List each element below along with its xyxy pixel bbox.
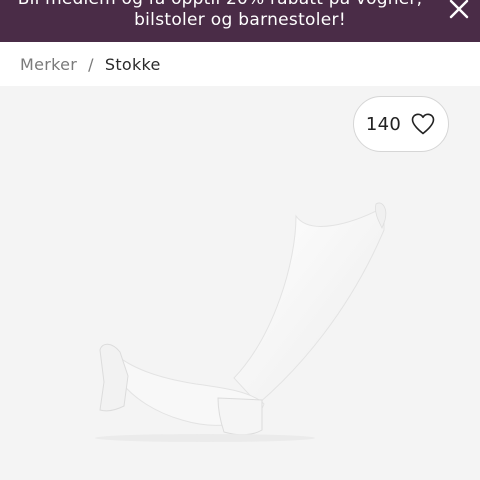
promo-banner: Bli medlem og få opptil 20% rabatt på vo… xyxy=(0,0,480,42)
promo-banner-text-line1: Bli medlem og få opptil 20% rabatt på vo… xyxy=(0,0,440,9)
heart-outline-icon xyxy=(411,113,435,135)
close-banner-button[interactable] xyxy=(446,0,472,22)
close-icon xyxy=(449,0,469,19)
breadcrumb-item-stokke: Stokke xyxy=(104,54,161,74)
promo-banner-text-line2: bilstoler og barnestoler! xyxy=(134,10,346,30)
favorite-count: 140 xyxy=(365,113,402,135)
favorite-button[interactable]: 140 xyxy=(353,96,449,152)
breadcrumb: Merker / Stokke xyxy=(20,52,161,76)
breadcrumb-separator: / xyxy=(88,54,94,74)
breadcrumb-item-merker[interactable]: Merker xyxy=(20,55,77,74)
